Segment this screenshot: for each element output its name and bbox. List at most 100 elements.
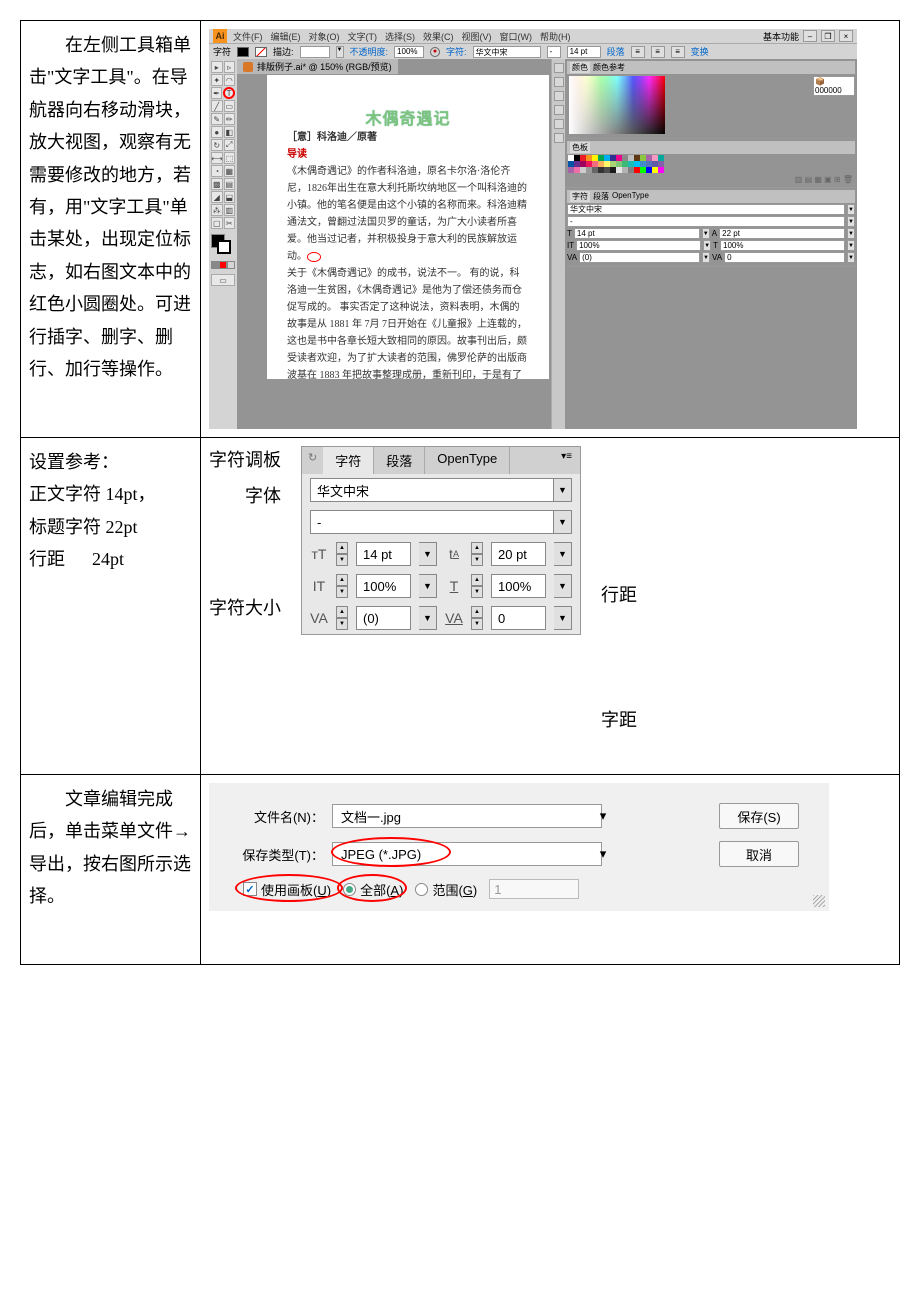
range-radio[interactable]: [415, 883, 428, 896]
mini-track-dd[interactable]: ▼: [847, 252, 855, 263]
fname-input[interactable]: 文档一.jpg: [332, 804, 602, 828]
menu-view[interactable]: 视图(V): [462, 30, 492, 43]
swatch-tab[interactable]: 色板: [570, 142, 590, 153]
kern-field[interactable]: (0): [356, 606, 411, 630]
screen-mode[interactable]: ▭: [211, 274, 235, 286]
font-sub-field[interactable]: -: [310, 510, 554, 534]
eraser-tool[interactable]: ◧: [224, 126, 236, 138]
hscale-field[interactable]: 100%: [491, 574, 546, 598]
brush-tool[interactable]: ✎: [211, 113, 223, 125]
mini-font[interactable]: 华文中宋: [567, 204, 845, 215]
hex-field[interactable]: 📦 000000: [813, 76, 855, 96]
save-button[interactable]: 保存(S): [719, 803, 799, 829]
mini-para-tab[interactable]: 段落: [593, 191, 609, 202]
scale-tool[interactable]: ⤢: [224, 139, 236, 151]
strip-icon-6[interactable]: [554, 133, 564, 143]
pen-tool[interactable]: ✒: [211, 87, 222, 99]
perspective-tool[interactable]: ▦: [224, 165, 236, 177]
opt-opacity-label[interactable]: 不透明度:: [350, 45, 389, 58]
menu-text[interactable]: 文字(T): [348, 30, 378, 43]
swatch-cell[interactable]: [658, 167, 664, 173]
font-sub-dd[interactable]: ▼: [554, 510, 572, 534]
opt-stroke-input[interactable]: [300, 46, 330, 58]
mode-normal[interactable]: [211, 261, 219, 269]
menu-edit[interactable]: 编辑(E): [271, 30, 301, 43]
opt-para-label[interactable]: 段落: [607, 45, 625, 58]
shape-builder[interactable]: ◔: [211, 165, 223, 177]
mini-ot-tab[interactable]: OpenType: [612, 191, 649, 202]
cancel-button[interactable]: 取消: [719, 841, 799, 867]
line-tool[interactable]: ╱: [211, 100, 223, 112]
hscale-dd[interactable]: ▼: [554, 574, 572, 598]
tab-char[interactable]: 字符: [323, 447, 374, 474]
panel-menu-icon[interactable]: ▾≡: [553, 447, 580, 474]
mesh-tool[interactable]: ▩: [211, 178, 223, 190]
swatches-grid[interactable]: [568, 155, 664, 173]
size-dd[interactable]: ▼: [419, 542, 437, 566]
size-down[interactable]: ▼: [336, 554, 348, 566]
hscale-up[interactable]: ▲: [471, 574, 483, 586]
opt-font-sub[interactable]: -: [547, 46, 561, 58]
mini-sub[interactable]: -: [567, 216, 845, 227]
mini-char-tab[interactable]: 字符: [570, 191, 590, 202]
lasso-tool[interactable]: ◠: [224, 74, 236, 86]
graph-tool[interactable]: ▥: [224, 204, 236, 216]
mode-inside[interactable]: [227, 261, 235, 269]
mini-leading[interactable]: 22 pt: [719, 228, 845, 239]
mini-kern[interactable]: (0): [579, 252, 700, 263]
use-artboard-checkbox[interactable]: ✓: [243, 882, 257, 896]
vscale-field[interactable]: 100%: [356, 574, 411, 598]
kern-down[interactable]: ▼: [336, 618, 348, 630]
menu-file[interactable]: 文件(F): [233, 30, 263, 43]
symbol-spray[interactable]: ⁂: [211, 204, 223, 216]
opt-transform-label[interactable]: 变换: [691, 45, 709, 58]
type-tool[interactable]: T: [223, 87, 235, 99]
rotate-tool[interactable]: ↻: [211, 139, 223, 151]
color-picker[interactable]: [569, 76, 665, 134]
rect-tool[interactable]: ▭: [224, 100, 236, 112]
opt-opacity-input[interactable]: 100%: [394, 46, 424, 58]
slice-tool[interactable]: ✂: [224, 217, 236, 229]
menu-help[interactable]: 帮助(H): [540, 30, 571, 43]
mini-font-dd[interactable]: ▼: [847, 204, 855, 215]
opt-font-field[interactable]: 华文中宋: [473, 46, 541, 58]
range-input[interactable]: 1: [489, 879, 579, 899]
strip-icon-2[interactable]: [554, 77, 564, 87]
menu-select[interactable]: 选择(S): [385, 30, 415, 43]
track-dd[interactable]: ▼: [554, 606, 572, 630]
refresh-icon[interactable]: ↻: [302, 447, 323, 474]
artboard-tool[interactable]: ▢: [211, 217, 223, 229]
leading-dd[interactable]: ▼: [554, 542, 572, 566]
menu-object[interactable]: 对象(O): [309, 30, 340, 43]
size-up[interactable]: ▲: [336, 542, 348, 554]
recolor-icon[interactable]: ●: [430, 47, 440, 57]
close-button[interactable]: ×: [839, 30, 853, 42]
workspace-label[interactable]: 基本功能: [763, 30, 799, 43]
mini-kern-dd[interactable]: ▼: [702, 252, 710, 263]
leading-field[interactable]: 20 pt: [491, 542, 546, 566]
kern-up[interactable]: ▲: [336, 606, 348, 618]
direct-select-tool[interactable]: ▹: [224, 61, 236, 73]
vscale-up[interactable]: ▲: [336, 574, 348, 586]
mode-behind[interactable]: [219, 261, 227, 269]
tab-para[interactable]: 段落: [374, 447, 425, 474]
magic-wand-tool[interactable]: ✦: [211, 74, 223, 86]
strip-icon-4[interactable]: [554, 105, 564, 115]
maximize-button[interactable]: ❐: [821, 30, 835, 42]
leading-down[interactable]: ▼: [471, 554, 483, 566]
tab-opentype[interactable]: OpenType: [425, 447, 510, 474]
mini-vscale[interactable]: 100%: [576, 240, 701, 251]
resize-grip[interactable]: [813, 895, 825, 907]
vscale-down[interactable]: ▼: [336, 586, 348, 598]
pencil-tool[interactable]: ✏: [224, 113, 236, 125]
fill-swatch[interactable]: [237, 47, 249, 57]
blend-tool[interactable]: ⬓: [224, 191, 236, 203]
width-tool[interactable]: ⟷: [211, 152, 223, 164]
mini-leading-dd[interactable]: ▼: [847, 228, 855, 239]
align-left-icon[interactable]: ≡: [631, 46, 645, 58]
menu-effect[interactable]: 效果(C): [423, 30, 454, 43]
gradient-tool[interactable]: ▤: [224, 178, 236, 190]
track-up[interactable]: ▲: [471, 606, 483, 618]
mini-size-dd[interactable]: ▼: [702, 228, 710, 239]
mini-hscale-dd[interactable]: ▼: [847, 240, 855, 251]
